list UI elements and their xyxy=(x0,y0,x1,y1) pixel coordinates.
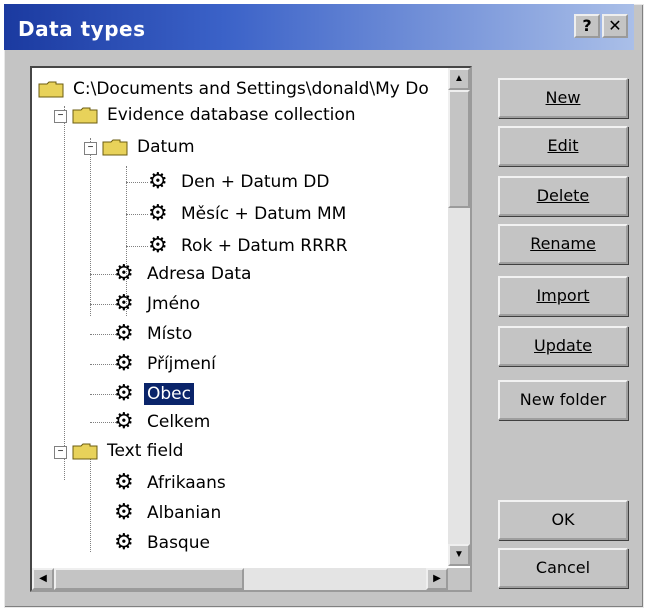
folder-icon xyxy=(38,80,64,98)
tree-node-label: Datum xyxy=(137,137,195,157)
tree-node-item[interactable]: ⚙ Jméno xyxy=(114,289,203,319)
data-types-tree[interactable]: C:\Documents and Settings\donald\My Do −… xyxy=(32,68,448,566)
tree-node-item[interactable]: ⚙ Albanian xyxy=(114,498,224,528)
tree-node-folder[interactable]: Datum xyxy=(102,132,198,162)
tree-node-label: Basque xyxy=(147,533,210,553)
horizontal-scroll-thumb[interactable] xyxy=(54,568,244,590)
tree-node-item[interactable]: ⚙ Den + Datum DD xyxy=(148,167,332,197)
tree-node-folder[interactable]: Text field xyxy=(72,436,186,466)
gear-icon: ⚙ xyxy=(114,470,134,495)
tree-root-label: C:\Documents and Settings\donald\My Do xyxy=(73,79,429,99)
edit-button[interactable]: Edit xyxy=(498,126,628,166)
rename-button[interactable]: Rename xyxy=(498,224,628,264)
gear-icon: ⚙ xyxy=(148,169,168,194)
gear-icon: ⚙ xyxy=(114,261,134,286)
folder-icon xyxy=(72,442,98,460)
tree-node-item[interactable]: ⚙ Měsíc + Datum MM xyxy=(148,199,349,229)
gear-icon: ⚙ xyxy=(114,409,134,434)
scroll-down-arrow-icon[interactable]: ▼ xyxy=(448,544,470,566)
gear-icon: ⚙ xyxy=(114,321,134,346)
tree-node-label: Obec xyxy=(144,383,194,405)
tree-node-label: Text field xyxy=(107,441,184,461)
tree-node-label: Jméno xyxy=(147,294,201,314)
tree-node-item[interactable]: ⚙ Místo xyxy=(114,319,195,349)
expand-toggle[interactable]: − xyxy=(54,446,67,459)
update-button[interactable]: Update xyxy=(498,326,628,366)
tree-node-label: Afrikaans xyxy=(147,473,226,493)
tree-node-item[interactable]: ⚙ Rok + Datum RRRR xyxy=(148,231,351,261)
gear-icon: ⚙ xyxy=(114,351,134,376)
title-bar[interactable]: Data types ? ✕ xyxy=(4,4,634,50)
expand-toggle[interactable]: − xyxy=(84,142,97,155)
gear-icon: ⚙ xyxy=(114,381,134,406)
delete-button[interactable]: Delete xyxy=(498,176,628,216)
tree-node-label: Den + Datum DD xyxy=(181,172,330,192)
import-button[interactable]: Import xyxy=(498,276,628,316)
folder-icon xyxy=(72,106,98,124)
tree-node-item[interactable]: ⚙ Basque xyxy=(114,528,213,558)
ok-button[interactable]: OK xyxy=(498,500,628,540)
tree-node-label: Albanian xyxy=(147,503,222,523)
tree-node-label: Adresa Data xyxy=(147,264,252,284)
new-folder-button[interactable]: New folder xyxy=(498,380,628,420)
tree-node-folder[interactable]: Evidence database collection xyxy=(72,100,359,130)
tree-node-label: Celkem xyxy=(147,412,211,432)
scrollbar-corner xyxy=(448,568,470,590)
gear-icon: ⚙ xyxy=(114,291,134,316)
vertical-scrollbar[interactable]: ▲ ▼ xyxy=(448,68,470,566)
scroll-up-arrow-icon[interactable]: ▲ xyxy=(448,68,470,90)
tree-node-item[interactable]: ⚙ Příjmení xyxy=(114,349,219,379)
gear-icon: ⚙ xyxy=(114,530,134,555)
close-button[interactable]: ✕ xyxy=(602,14,628,38)
help-button[interactable]: ? xyxy=(574,14,600,38)
tree-node-label: Příjmení xyxy=(147,354,216,374)
vertical-scroll-thumb[interactable] xyxy=(448,90,470,208)
horizontal-scrollbar[interactable]: ◀ ▶ xyxy=(32,568,448,590)
tree-node-label: Evidence database collection xyxy=(107,105,356,125)
gear-icon: ⚙ xyxy=(148,233,168,258)
cancel-button[interactable]: Cancel xyxy=(498,548,628,588)
gear-icon: ⚙ xyxy=(114,500,134,525)
gear-icon: ⚙ xyxy=(148,201,168,226)
scroll-right-arrow-icon[interactable]: ▶ xyxy=(426,568,448,590)
tree-node-item-selected[interactable]: ⚙ Obec xyxy=(114,379,194,409)
scroll-left-arrow-icon[interactable]: ◀ xyxy=(32,568,54,590)
tree-node-item[interactable]: ⚙ Afrikaans xyxy=(114,468,229,498)
tree-node-item[interactable]: ⚙ Adresa Data xyxy=(114,259,254,289)
expand-toggle[interactable]: − xyxy=(54,110,67,123)
folder-icon xyxy=(102,138,128,156)
tree-node-item[interactable]: ⚙ Celkem xyxy=(114,407,213,437)
data-types-tree-panel: C:\Documents and Settings\donald\My Do −… xyxy=(30,66,472,592)
tree-node-label: Měsíc + Datum MM xyxy=(181,204,347,224)
tree-node-label: Místo xyxy=(147,324,193,344)
tree-node-label: Rok + Datum RRRR xyxy=(181,236,348,256)
new-button[interactable]: New xyxy=(498,78,628,118)
window-title: Data types xyxy=(18,17,146,41)
